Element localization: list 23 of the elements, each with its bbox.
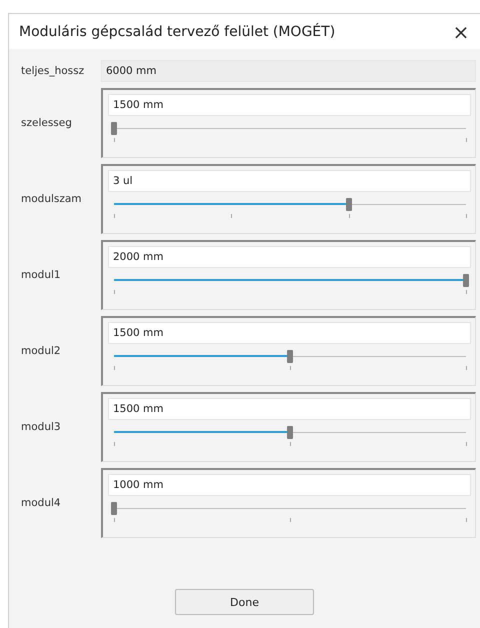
slider-thumb[interactable] xyxy=(287,350,293,363)
field-label: modul3 xyxy=(20,421,62,433)
value-field[interactable]: 1500 mm xyxy=(108,398,471,420)
field-label: modulszam xyxy=(20,193,83,205)
value-field[interactable]: 3 ul xyxy=(108,170,471,192)
field-label: modul1 xyxy=(20,269,62,281)
value-field[interactable]: 1500 mm xyxy=(108,94,471,116)
value-field[interactable]: 2000 mm xyxy=(108,246,471,268)
field-label: teljes_hossz xyxy=(20,65,86,77)
window-title: Moduláris gépcsalád tervező felület (MOGÉT) xyxy=(19,24,336,40)
slider-thumb[interactable] xyxy=(463,274,469,287)
slider-thumb[interactable] xyxy=(111,502,117,515)
readonly-field: 6000 mm xyxy=(101,60,476,82)
value-field[interactable]: 1000 mm xyxy=(108,474,471,496)
field-label: modul4 xyxy=(20,497,62,509)
slider-thumb[interactable] xyxy=(346,198,352,211)
slider-thumb[interactable] xyxy=(111,122,117,135)
field-label: szelesseg xyxy=(20,117,73,129)
value-field[interactable]: 1500 mm xyxy=(108,322,471,344)
close-button[interactable]: × xyxy=(446,16,476,46)
done-button[interactable]: Done xyxy=(175,589,314,615)
field-label: modul2 xyxy=(20,345,62,357)
slider-thumb[interactable] xyxy=(287,426,293,439)
